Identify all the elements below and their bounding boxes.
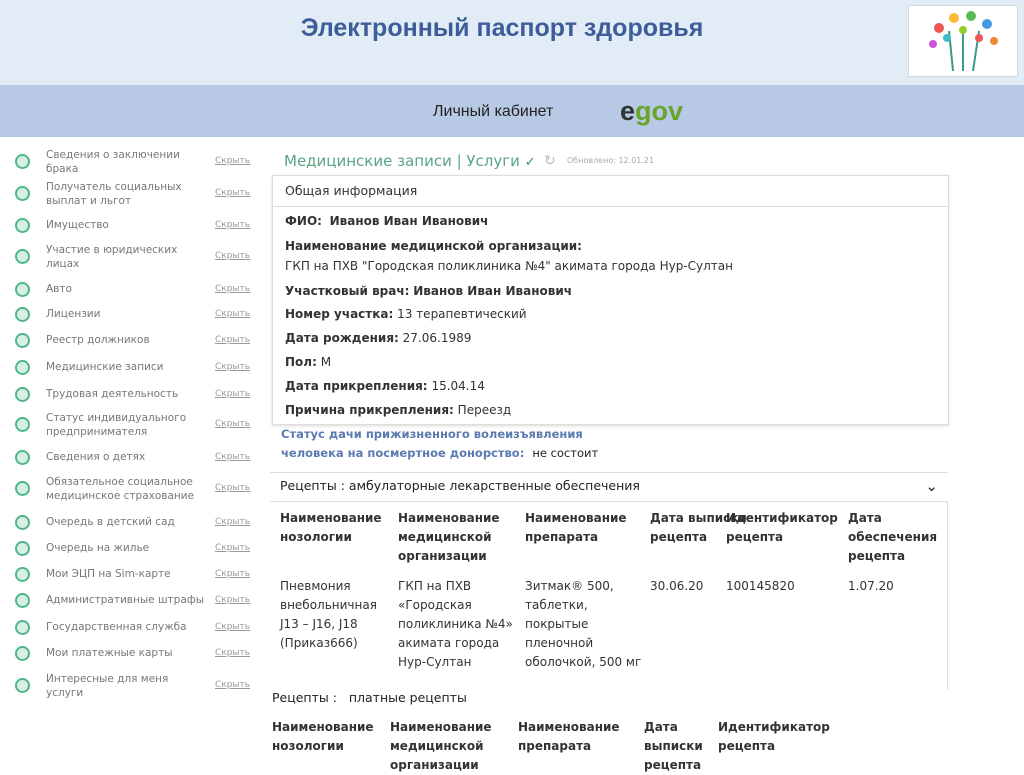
sidebar-item-label: Обязательное социальное медицинское стра… — [46, 476, 195, 502]
donor-status: Статус дачи прижизненного волеизъявления… — [281, 427, 599, 460]
egov-logo: egov — [620, 96, 684, 126]
hide-link[interactable]: Скрыть — [215, 309, 250, 319]
hide-link[interactable]: Скрыть — [215, 335, 250, 345]
column-header: Наименование нозологии — [280, 511, 382, 544]
sidebar-item-label: Государственная служба — [46, 621, 187, 633]
column-header: Наименование препарата — [525, 511, 627, 544]
sidebar-item-label: Сведения о детях — [46, 451, 146, 463]
refresh-icon[interactable]: ↻ — [544, 153, 556, 169]
chevron-down-icon[interactable]: ✓ — [525, 155, 536, 170]
service-icon — [15, 154, 30, 169]
page-title: Электронный паспорт здоровья — [300, 14, 704, 42]
column-header: Наименование препарата — [518, 720, 620, 753]
sidebar-item-label: Интересные для меня услуги — [46, 673, 169, 699]
column-header: Наименование медицинской организации — [390, 720, 492, 772]
column-header: Идентификатор рецепта — [726, 511, 838, 544]
recipes-type: амбулаторные лекарственные обеспечения — [348, 478, 640, 493]
service-icon — [15, 541, 30, 556]
table-cell: Пневмония внебольничная J13 – J16, J18 (… — [280, 579, 377, 650]
general-info-card: Общая информация ФИО: Иванов Иван Иванов… — [272, 175, 949, 425]
table-cell: ГКП на ПХВ «Городская поликлиника №4» ак… — [398, 579, 513, 669]
service-icon — [15, 678, 30, 693]
service-icon — [15, 282, 30, 297]
hide-link[interactable]: Скрыть — [215, 452, 250, 462]
sidebar-item-label: Авто — [46, 283, 72, 295]
updated-text: Обновлено: 12.01.21 — [567, 156, 655, 165]
hide-link[interactable]: Скрыть — [215, 419, 250, 429]
chevron-down-icon[interactable]: ⌄ — [925, 477, 938, 495]
cabinet-label: Личный кабинет — [433, 103, 554, 120]
service-icon — [15, 387, 30, 402]
sidebar-item-label: Медицинские записи — [46, 361, 164, 373]
hide-link[interactable]: Скрыть — [215, 648, 250, 658]
table-cell: Зитмак® 500, таблетки, покрытые пленочно… — [525, 579, 642, 669]
hide-link[interactable]: Скрыть — [215, 543, 250, 553]
sidebar-item-label: Административные штрафы — [46, 594, 205, 606]
hide-link[interactable]: Скрыть — [215, 156, 250, 166]
column-header: Наименование нозологии — [272, 720, 374, 753]
hide-link[interactable]: Скрыть — [215, 483, 250, 493]
area-field: Номер участка: 13 терапевтический — [285, 307, 527, 321]
sidebar-item-label: Реестр должников — [46, 334, 150, 346]
sidebar-item-label: Статус индивидуального предпринимателя — [46, 412, 187, 438]
hide-link[interactable]: Скрыть — [215, 622, 250, 632]
column-header: Идентификатор рецепта — [718, 720, 830, 753]
sidebar-item-label: Трудовая деятельность — [46, 388, 179, 400]
service-icon — [15, 249, 30, 264]
fio-field: ФИО: Иванов Иван Иванович — [285, 214, 489, 228]
service-icon — [15, 218, 30, 233]
recipes-paid-header: Рецепты : платные рецепты — [272, 690, 467, 705]
card-title: Общая информация — [273, 176, 948, 207]
section-heading[interactable]: Медицинские записи | Услуги ✓ — [284, 152, 536, 170]
sidebar-item-label: Получатель социальных выплат и льгот — [46, 181, 182, 207]
table-cell: 1.07.20 — [848, 579, 894, 593]
heading-text: Медицинские записи | Услуги — [284, 152, 520, 170]
sex-field: Пол: М — [285, 355, 332, 369]
service-icon — [15, 186, 30, 201]
service-icon — [15, 567, 30, 582]
recipes-label: Рецепты : — [280, 478, 345, 493]
sidebar-item-label: Мои ЭЦП на Sim-карте — [46, 568, 171, 580]
hide-link[interactable]: Скрыть — [215, 517, 250, 527]
sidebar-item-label: Очередь на жилье — [46, 542, 150, 554]
table-cell: 100145820 — [726, 579, 795, 593]
sidebar-item-label: Имущество — [46, 219, 109, 231]
service-icon — [15, 417, 30, 432]
service-icon — [15, 333, 30, 348]
hide-link[interactable]: Скрыть — [215, 284, 250, 294]
sidebar-item-label: Лицензии — [46, 308, 101, 320]
reason-field: Причина прикрепления: Переезд — [285, 403, 512, 417]
service-icon — [15, 593, 30, 608]
hide-link[interactable]: Скрыть — [215, 595, 250, 605]
hide-link[interactable]: Скрыть — [215, 188, 250, 198]
sidebar-item-label: Мои платежные карты — [46, 647, 173, 659]
recipes-ambulatory-header[interactable]: Рецепты : амбулаторные лекарственные обе… — [270, 472, 948, 502]
hide-link[interactable]: Скрыть — [215, 251, 250, 261]
recipes-table: Наименование нозологии Наименование медиц… — [270, 502, 948, 690]
service-icon — [15, 620, 30, 635]
column-header: Дата выписки рецепта — [644, 720, 703, 772]
service-icon — [15, 307, 30, 322]
sidebar-item-label: Сведения о заключении брака — [46, 149, 180, 175]
service-icon — [15, 515, 30, 530]
org-label: Наименование медицинской организации: — [285, 239, 582, 253]
doctor-field: Участковый врач: Иванов Иван Иванович — [285, 284, 572, 298]
sidebar-item-label: Участие в юридических лицах — [46, 244, 178, 270]
hide-link[interactable]: Скрыть — [215, 389, 250, 399]
tree-logo — [908, 5, 1018, 77]
service-icon — [15, 646, 30, 661]
service-icon — [15, 360, 30, 375]
attach-field: Дата прикрепления: 15.04.14 — [285, 379, 485, 393]
sidebar-item-label: Очередь в детский сад — [46, 516, 175, 528]
birth-field: Дата рождения: 27.06.1989 — [285, 331, 472, 345]
service-icon — [15, 481, 30, 496]
hide-link[interactable]: Скрыть — [215, 680, 250, 690]
hide-link[interactable]: Скрыть — [215, 569, 250, 579]
hide-link[interactable]: Скрыть — [215, 220, 250, 230]
column-header: Наименование медицинской организации — [398, 511, 500, 563]
service-icon — [15, 450, 30, 465]
column-header: Дата обеспечения рецепта — [848, 511, 938, 563]
hide-link[interactable]: Скрыть — [215, 362, 250, 372]
org-value: ГКП на ПХВ "Городская поликлиника №4" ак… — [285, 259, 733, 273]
